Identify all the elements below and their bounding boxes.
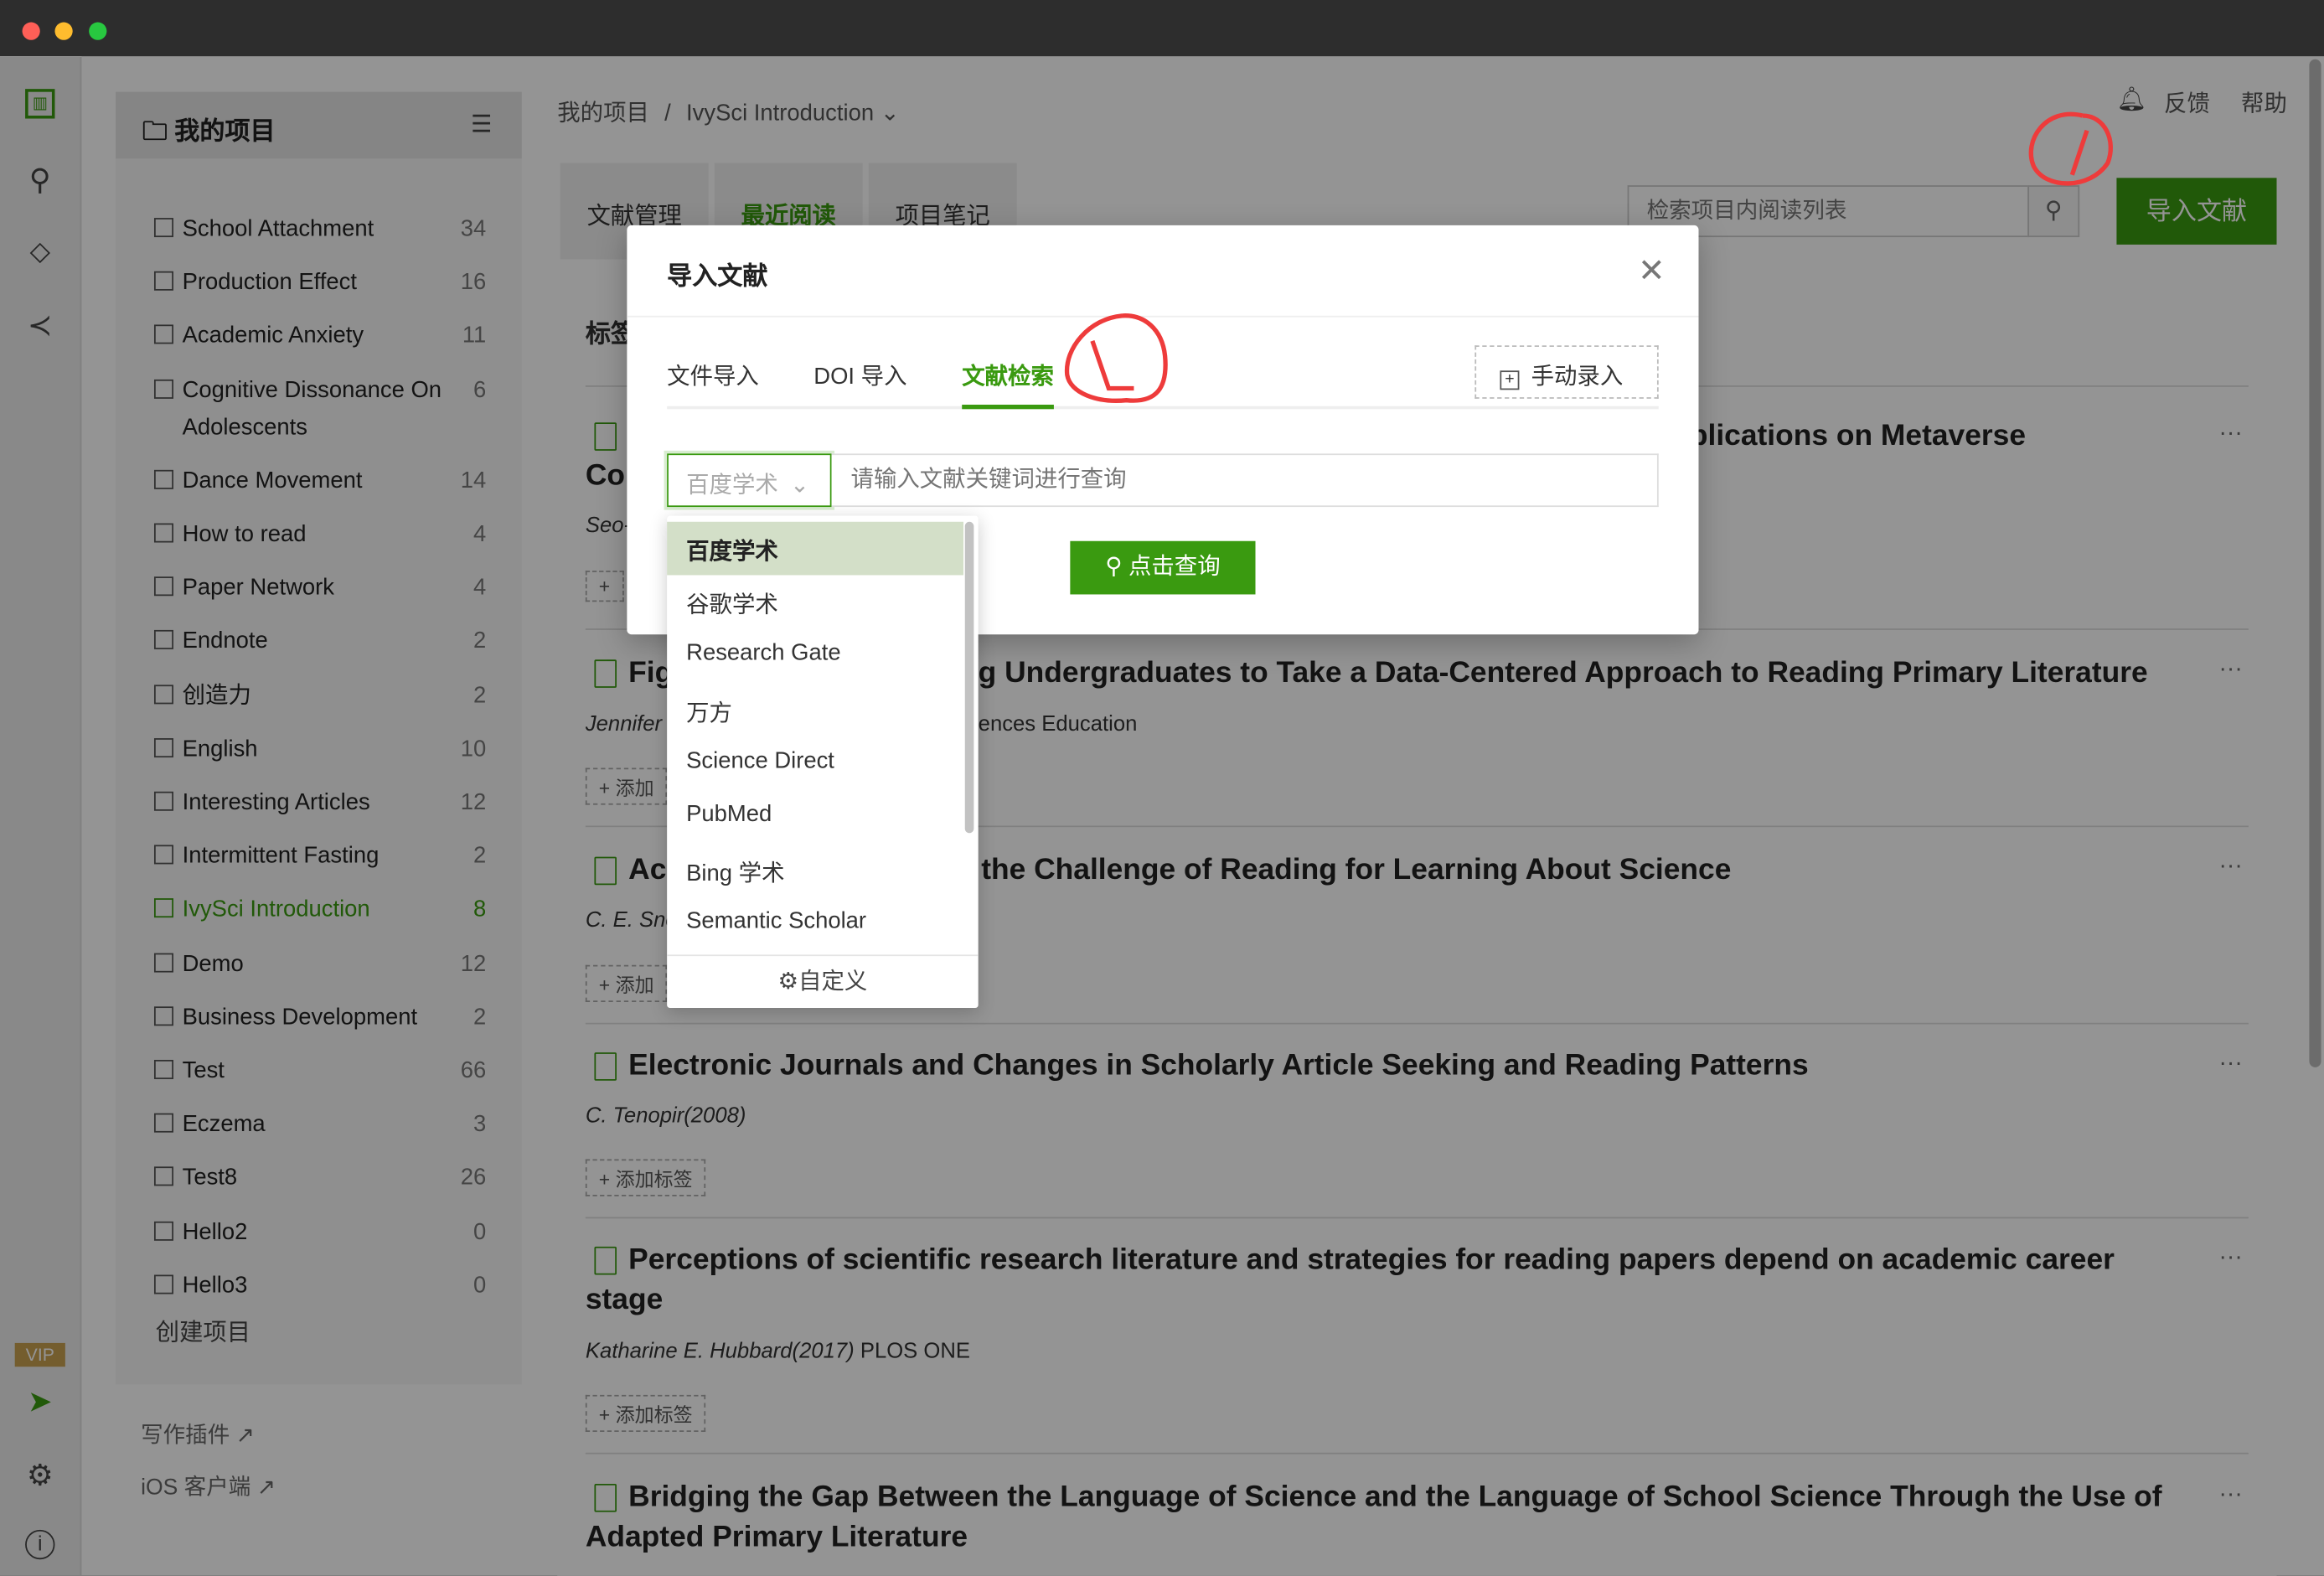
annotation-mark-1 [2069,129,2089,176]
annotation-mark-2 [1090,340,1134,391]
annotation-layer [1065,111,2113,403]
